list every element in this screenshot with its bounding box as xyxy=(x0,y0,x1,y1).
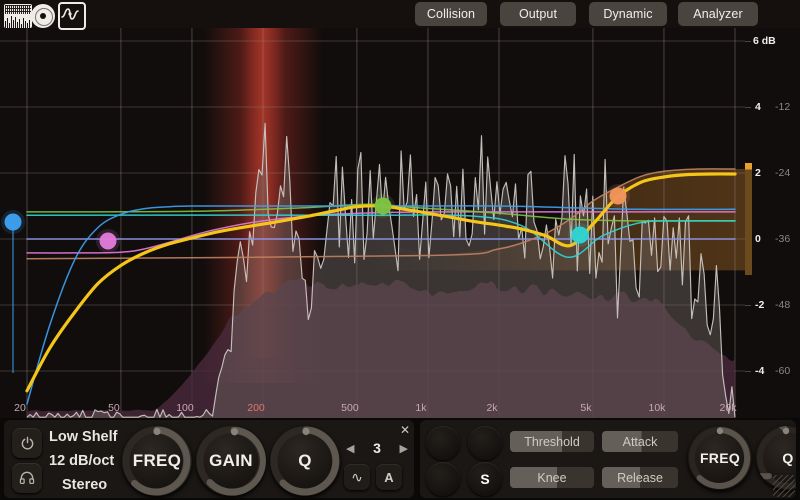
q-knob[interactable]: Q xyxy=(270,426,340,496)
eq-curve-icon[interactable] xyxy=(58,2,86,30)
gain-axis-row: 6 dB xyxy=(745,35,800,47)
spectrum-meter-icon[interactable] xyxy=(4,4,32,28)
dyn-freq-knob-label: FREQ xyxy=(700,450,740,466)
listen-button[interactable] xyxy=(12,463,42,493)
gain-axis-value: 6 dB xyxy=(753,35,776,47)
bottom-bar: Low Shelf 12 dB/oct Stereo FREQ GAIN xyxy=(0,418,800,500)
spectrum-meter-icon-rows xyxy=(5,5,31,14)
output-level-meter xyxy=(745,163,752,275)
power-icon xyxy=(20,436,35,451)
collision-button[interactable]: Collision xyxy=(415,2,487,26)
eq-curve-icon-glyph xyxy=(61,5,79,23)
threshold-pill[interactable]: Threshold xyxy=(510,431,594,452)
plugin-window: Collision Output Dynamic Analyzer 205010… xyxy=(0,0,800,500)
band-prev-button[interactable]: ◀ xyxy=(346,442,354,455)
band-next-button[interactable]: ▶ xyxy=(400,442,408,455)
gain-axis-tick xyxy=(745,107,751,108)
eq-plot-area[interactable]: 20501002005001k2k5k10k20k xyxy=(0,28,745,418)
dyn-mode-3-button[interactable] xyxy=(426,462,460,496)
output-button[interactable]: Output xyxy=(500,2,576,26)
gain-axis-tick xyxy=(745,371,751,372)
eq-plot-svg[interactable] xyxy=(0,28,745,418)
gain-axis-value: 2 xyxy=(755,167,761,179)
gain-axis-value: 4 xyxy=(755,101,761,113)
dynamic-button[interactable]: Dynamic xyxy=(589,2,667,26)
close-icon[interactable]: ✕ xyxy=(400,423,410,437)
freq-knob-label: FREQ xyxy=(133,451,181,471)
disc-icon[interactable] xyxy=(31,4,55,28)
dynamics-control-panel: S Threshold Attack Knee Release FREQ xyxy=(420,420,796,498)
band-number-label: 3 xyxy=(373,440,381,456)
sine-shape-label: ∿ xyxy=(351,470,363,484)
analog-shape-label: A xyxy=(384,471,393,484)
q-knob-label: Q xyxy=(298,451,312,471)
band-selector: ◀ 3 ▶ xyxy=(346,439,408,457)
freq-knob[interactable]: FREQ xyxy=(122,426,192,496)
gain-knob[interactable]: GAIN xyxy=(196,426,266,496)
analyzer-axis-value: -36 xyxy=(775,233,790,245)
analyzer-button[interactable]: Analyzer xyxy=(678,2,758,26)
gain-axis-row: 2 -24 xyxy=(745,167,800,179)
filter-slope-label[interactable]: 12 dB/oct xyxy=(49,453,114,469)
gain-axis-value: -4 xyxy=(755,365,764,377)
sine-shape-button[interactable]: ∿ xyxy=(344,464,370,490)
power-button[interactable] xyxy=(12,428,42,458)
headphones-icon xyxy=(19,471,35,485)
dyn-q-knob-label: Q xyxy=(782,450,793,466)
toolbar-icon-group xyxy=(4,2,86,30)
analyzer-axis-value: -60 xyxy=(775,365,790,377)
resize-grip[interactable] xyxy=(773,475,795,497)
knee-pill[interactable]: Knee xyxy=(510,467,594,488)
band-control-panel: Low Shelf 12 dB/oct Stereo FREQ GAIN xyxy=(4,420,414,498)
gain-axis-tick xyxy=(745,41,751,42)
gain-axis-value: -2 xyxy=(755,299,764,311)
solo-button-label: S xyxy=(480,471,489,487)
gain-axis-tick xyxy=(745,305,751,306)
filter-type-label[interactable]: Low Shelf xyxy=(49,429,117,445)
gain-axis-row: 4 -12 xyxy=(745,101,800,113)
top-toolbar: Collision Output Dynamic Analyzer xyxy=(0,0,800,28)
attack-pill[interactable]: Attack xyxy=(602,431,678,452)
gain-axis-row: -4 -60 xyxy=(745,365,800,377)
analyzer-axis-value: -24 xyxy=(775,167,790,179)
solo-button[interactable]: S xyxy=(468,462,502,496)
analog-shape-button[interactable]: A xyxy=(376,464,402,490)
gain-axis-row: 0 -36 xyxy=(745,233,800,245)
dyn-mode-2-button[interactable] xyxy=(468,426,502,460)
dyn-mode-1-button[interactable] xyxy=(426,426,460,460)
gain-axis-labels: 6 dB 4 -12 2 -24 0 -36 -2 -48 -4 -60 xyxy=(745,28,800,418)
spectrum-meter-icon-bars xyxy=(4,14,32,28)
analyzer-axis-value: -48 xyxy=(775,299,790,311)
gain-axis-value: 0 xyxy=(755,233,761,245)
gain-knob-label: GAIN xyxy=(209,451,253,471)
channel-mode-label[interactable]: Stereo xyxy=(62,477,107,493)
gain-axis-row: -2 -48 xyxy=(745,299,800,311)
dyn-freq-knob[interactable]: FREQ xyxy=(688,426,752,490)
release-pill[interactable]: Release xyxy=(602,467,678,488)
eq-graph[interactable]: 20501002005001k2k5k10k20k 6 dB 4 -12 2 -24 0 -… xyxy=(0,28,800,418)
analyzer-axis-value: -12 xyxy=(775,101,790,113)
